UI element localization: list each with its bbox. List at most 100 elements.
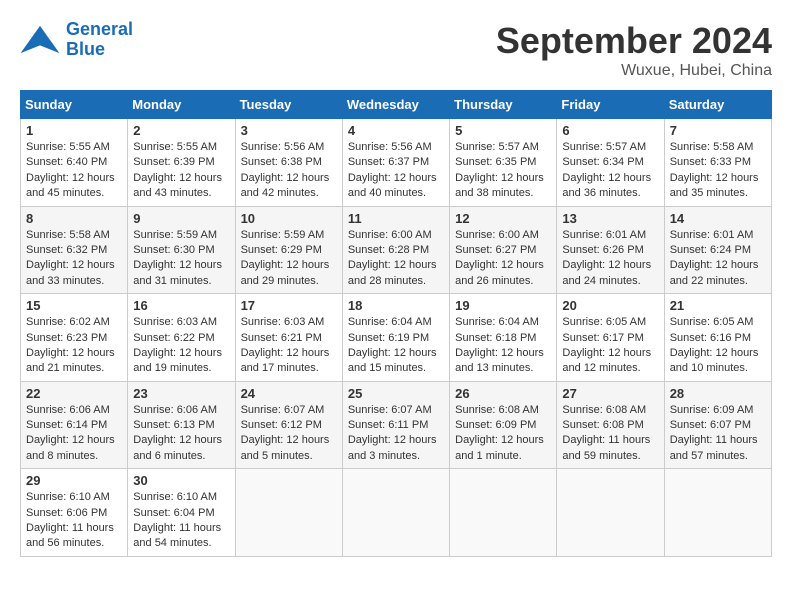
weekday-header: Sunday xyxy=(21,91,128,119)
calendar-day-cell: 8 Sunrise: 5:58 AM Sunset: 6:32 PM Dayli… xyxy=(21,206,128,294)
calendar-day-cell: 24 Sunrise: 6:07 AM Sunset: 6:12 PM Dayl… xyxy=(235,381,342,469)
logo-icon xyxy=(20,22,60,57)
weekday-header: Thursday xyxy=(450,91,557,119)
logo: General Blue xyxy=(20,20,133,60)
day-info: Sunrise: 6:01 AM Sunset: 6:26 PM Dayligh… xyxy=(562,228,658,290)
calendar-day-cell xyxy=(557,469,664,557)
calendar-day-cell: 15 Sunrise: 6:02 AM Sunset: 6:23 PM Dayl… xyxy=(21,294,128,382)
calendar-day-cell: 17 Sunrise: 6:03 AM Sunset: 6:21 PM Dayl… xyxy=(235,294,342,382)
sunrise-label: Sunrise: 6:08 AM xyxy=(562,404,646,416)
calendar-day-cell: 12 Sunrise: 6:00 AM Sunset: 6:27 PM Dayl… xyxy=(450,206,557,294)
sunrise-label: Sunrise: 6:07 AM xyxy=(241,404,325,416)
calendar-day-cell: 2 Sunrise: 5:55 AM Sunset: 6:39 PM Dayli… xyxy=(128,119,235,207)
daylight-label: Daylight: 12 hours and 29 minutes. xyxy=(241,259,330,286)
calendar-day-cell: 7 Sunrise: 5:58 AM Sunset: 6:33 PM Dayli… xyxy=(664,119,771,207)
calendar-day-cell: 3 Sunrise: 5:56 AM Sunset: 6:38 PM Dayli… xyxy=(235,119,342,207)
sunset-label: Sunset: 6:39 PM xyxy=(133,156,214,168)
calendar-day-cell: 22 Sunrise: 6:06 AM Sunset: 6:14 PM Dayl… xyxy=(21,381,128,469)
sunset-label: Sunset: 6:09 PM xyxy=(455,419,536,431)
sunset-label: Sunset: 6:18 PM xyxy=(455,332,536,344)
daylight-label: Daylight: 12 hours and 17 minutes. xyxy=(241,347,330,374)
sunset-label: Sunset: 6:06 PM xyxy=(26,507,107,519)
sunrise-label: Sunrise: 6:04 AM xyxy=(348,316,432,328)
location: Wuxue, Hubei, China xyxy=(496,62,772,80)
sunset-label: Sunset: 6:38 PM xyxy=(241,156,322,168)
day-info: Sunrise: 6:06 AM Sunset: 6:13 PM Dayligh… xyxy=(133,403,229,465)
month-title: September 2024 xyxy=(496,20,772,62)
calendar-day-cell: 1 Sunrise: 5:55 AM Sunset: 6:40 PM Dayli… xyxy=(21,119,128,207)
sunset-label: Sunset: 6:14 PM xyxy=(26,419,107,431)
day-number: 21 xyxy=(670,298,766,313)
sunrise-label: Sunrise: 5:58 AM xyxy=(670,141,754,153)
sunset-label: Sunset: 6:04 PM xyxy=(133,507,214,519)
day-number: 28 xyxy=(670,386,766,401)
day-info: Sunrise: 6:10 AM Sunset: 6:04 PM Dayligh… xyxy=(133,490,229,552)
sunrise-label: Sunrise: 5:57 AM xyxy=(455,141,539,153)
calendar-day-cell: 14 Sunrise: 6:01 AM Sunset: 6:24 PM Dayl… xyxy=(664,206,771,294)
day-number: 2 xyxy=(133,123,229,138)
calendar-day-cell: 16 Sunrise: 6:03 AM Sunset: 6:22 PM Dayl… xyxy=(128,294,235,382)
day-number: 14 xyxy=(670,211,766,226)
title-block: September 2024 Wuxue, Hubei, China xyxy=(496,20,772,80)
sunset-label: Sunset: 6:11 PM xyxy=(348,419,429,431)
calendar-day-cell: 25 Sunrise: 6:07 AM Sunset: 6:11 PM Dayl… xyxy=(342,381,449,469)
day-info: Sunrise: 5:56 AM Sunset: 6:37 PM Dayligh… xyxy=(348,140,444,202)
sunset-label: Sunset: 6:33 PM xyxy=(670,156,751,168)
sunrise-label: Sunrise: 6:10 AM xyxy=(133,491,217,503)
sunset-label: Sunset: 6:35 PM xyxy=(455,156,536,168)
day-info: Sunrise: 6:01 AM Sunset: 6:24 PM Dayligh… xyxy=(670,228,766,290)
daylight-label: Daylight: 12 hours and 5 minutes. xyxy=(241,434,330,461)
daylight-label: Daylight: 12 hours and 35 minutes. xyxy=(670,172,759,199)
day-info: Sunrise: 5:59 AM Sunset: 6:30 PM Dayligh… xyxy=(133,228,229,290)
weekday-header: Tuesday xyxy=(235,91,342,119)
weekday-header: Saturday xyxy=(664,91,771,119)
sunrise-label: Sunrise: 5:57 AM xyxy=(562,141,646,153)
day-number: 16 xyxy=(133,298,229,313)
day-info: Sunrise: 6:08 AM Sunset: 6:09 PM Dayligh… xyxy=(455,403,551,465)
day-number: 11 xyxy=(348,211,444,226)
sunset-label: Sunset: 6:32 PM xyxy=(26,244,107,256)
sunrise-label: Sunrise: 6:10 AM xyxy=(26,491,110,503)
calendar-day-cell: 26 Sunrise: 6:08 AM Sunset: 6:09 PM Dayl… xyxy=(450,381,557,469)
day-number: 25 xyxy=(348,386,444,401)
sunset-label: Sunset: 6:21 PM xyxy=(241,332,322,344)
day-info: Sunrise: 6:04 AM Sunset: 6:19 PM Dayligh… xyxy=(348,315,444,377)
calendar-header-row: SundayMondayTuesdayWednesdayThursdayFrid… xyxy=(21,91,772,119)
day-number: 7 xyxy=(670,123,766,138)
day-number: 5 xyxy=(455,123,551,138)
calendar-day-cell: 23 Sunrise: 6:06 AM Sunset: 6:13 PM Dayl… xyxy=(128,381,235,469)
day-number: 29 xyxy=(26,473,122,488)
sunrise-label: Sunrise: 5:59 AM xyxy=(241,229,325,241)
day-number: 22 xyxy=(26,386,122,401)
day-number: 20 xyxy=(562,298,658,313)
calendar-day-cell: 11 Sunrise: 6:00 AM Sunset: 6:28 PM Dayl… xyxy=(342,206,449,294)
day-info: Sunrise: 6:09 AM Sunset: 6:07 PM Dayligh… xyxy=(670,403,766,465)
calendar-day-cell xyxy=(235,469,342,557)
day-info: Sunrise: 6:05 AM Sunset: 6:17 PM Dayligh… xyxy=(562,315,658,377)
calendar-day-cell xyxy=(664,469,771,557)
daylight-label: Daylight: 12 hours and 26 minutes. xyxy=(455,259,544,286)
calendar-day-cell: 9 Sunrise: 5:59 AM Sunset: 6:30 PM Dayli… xyxy=(128,206,235,294)
daylight-label: Daylight: 12 hours and 12 minutes. xyxy=(562,347,651,374)
calendar-day-cell: 6 Sunrise: 5:57 AM Sunset: 6:34 PM Dayli… xyxy=(557,119,664,207)
calendar-day-cell: 18 Sunrise: 6:04 AM Sunset: 6:19 PM Dayl… xyxy=(342,294,449,382)
sunrise-label: Sunrise: 6:07 AM xyxy=(348,404,432,416)
daylight-label: Daylight: 12 hours and 21 minutes. xyxy=(26,347,115,374)
day-number: 4 xyxy=(348,123,444,138)
day-number: 27 xyxy=(562,386,658,401)
daylight-label: Daylight: 11 hours and 57 minutes. xyxy=(670,434,758,461)
day-number: 9 xyxy=(133,211,229,226)
day-number: 8 xyxy=(26,211,122,226)
sunset-label: Sunset: 6:29 PM xyxy=(241,244,322,256)
sunset-label: Sunset: 6:19 PM xyxy=(348,332,429,344)
day-info: Sunrise: 5:55 AM Sunset: 6:40 PM Dayligh… xyxy=(26,140,122,202)
calendar-day-cell: 21 Sunrise: 6:05 AM Sunset: 6:16 PM Dayl… xyxy=(664,294,771,382)
day-number: 23 xyxy=(133,386,229,401)
calendar-day-cell xyxy=(342,469,449,557)
daylight-label: Daylight: 12 hours and 40 minutes. xyxy=(348,172,437,199)
calendar-day-cell: 5 Sunrise: 5:57 AM Sunset: 6:35 PM Dayli… xyxy=(450,119,557,207)
day-info: Sunrise: 5:57 AM Sunset: 6:35 PM Dayligh… xyxy=(455,140,551,202)
daylight-label: Daylight: 12 hours and 13 minutes. xyxy=(455,347,544,374)
sunset-label: Sunset: 6:23 PM xyxy=(26,332,107,344)
sunrise-label: Sunrise: 5:56 AM xyxy=(348,141,432,153)
